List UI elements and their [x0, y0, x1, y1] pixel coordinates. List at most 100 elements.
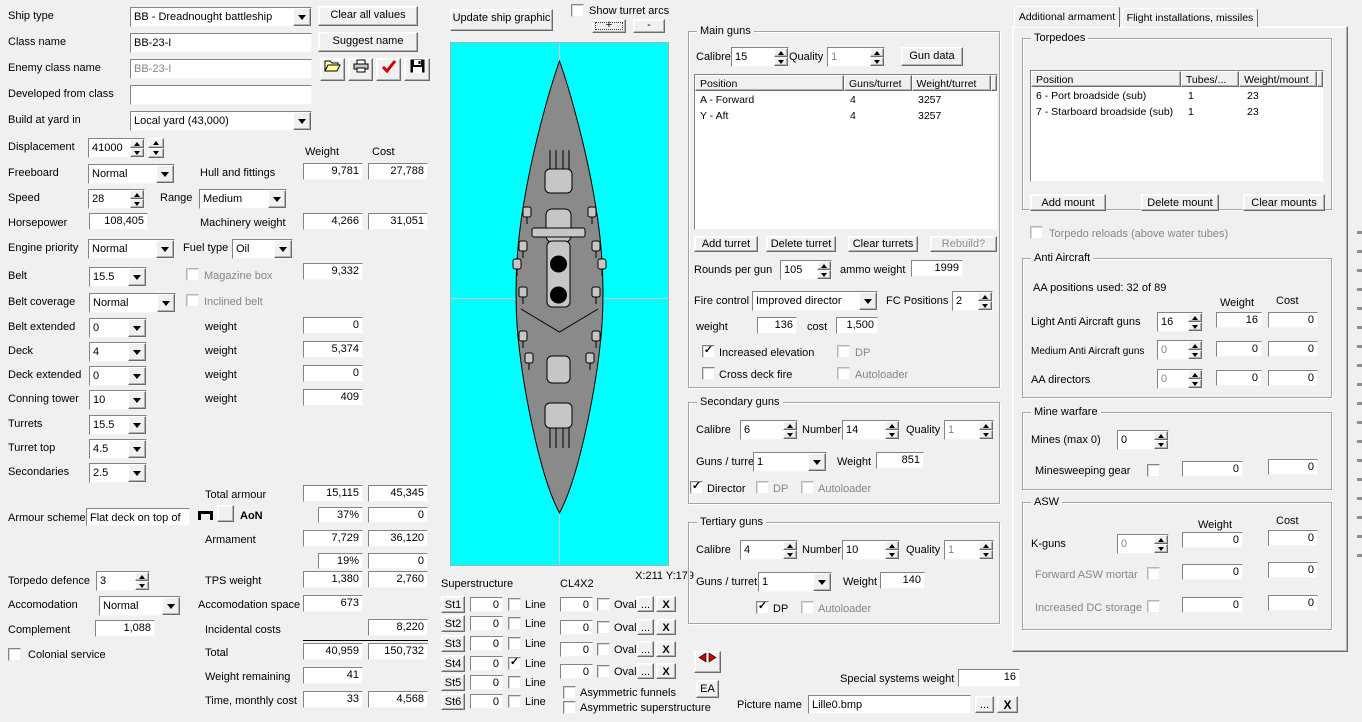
chevron-down-icon[interactable] — [274, 240, 292, 258]
deck-select[interactable]: 4 — [89, 342, 147, 362]
chevron-down-icon[interactable] — [128, 416, 146, 434]
main-guns-table[interactable]: Position Guns/turret Weight/turret A - For… — [694, 74, 998, 230]
ter-calibre-stepper[interactable]: 4 — [740, 540, 798, 560]
belt-select[interactable]: 15.5 — [89, 267, 147, 287]
table-row[interactable]: Y - Aft 4 3257 — [695, 110, 997, 123]
spin-up-icon[interactable] — [783, 541, 797, 550]
spin-down-icon[interactable] — [1188, 350, 1202, 359]
add-turret-button[interactable]: Add turret — [694, 236, 758, 252]
chevron-down-icon[interactable] — [859, 292, 877, 310]
spin-up-icon[interactable] — [817, 261, 831, 270]
oval4-delete-button[interactable]: X — [656, 663, 676, 679]
chevron-down-icon[interactable] — [128, 391, 146, 409]
light-aa-stepper[interactable]: 16 — [1157, 312, 1203, 332]
st1-button[interactable]: St1 — [441, 596, 465, 613]
st2-button[interactable]: St2 — [441, 615, 465, 632]
ter-quality-stepper[interactable]: 1 — [944, 540, 994, 560]
main-autoloader-checkbox[interactable] — [837, 367, 850, 380]
sec-director-checkbox[interactable]: ✓ — [690, 481, 703, 494]
chevron-down-icon[interactable] — [128, 268, 146, 286]
chevron-down-icon[interactable] — [162, 597, 180, 615]
st5-line-checkbox[interactable] — [508, 676, 521, 689]
delete-turret-button[interactable]: Delete turret — [766, 236, 836, 252]
tab-additional-armament[interactable]: Additional armament — [1014, 6, 1120, 27]
oval3-checkbox[interactable] — [597, 643, 610, 656]
engine-priority-select[interactable]: Normal — [88, 239, 175, 259]
asymmetric-superstructure-checkbox[interactable] — [563, 701, 576, 714]
turrets-select[interactable]: 15.5 — [89, 415, 147, 435]
ter-autoloader-checkbox[interactable] — [801, 601, 814, 614]
rounds-per-gun-stepper[interactable]: 105 — [780, 260, 832, 280]
spin-up-icon[interactable] — [979, 421, 993, 430]
armour-scheme-picker-button[interactable] — [217, 505, 234, 522]
col-guns-per-turret[interactable]: Guns/turret — [843, 75, 912, 91]
sec-quality-stepper[interactable]: 1 — [944, 420, 994, 440]
chevron-down-icon[interactable] — [157, 294, 175, 312]
accomodation-select[interactable]: Normal — [99, 596, 181, 616]
forward-asw-mortar-checkbox[interactable] — [1147, 567, 1160, 580]
colonial-service-checkbox[interactable] — [8, 648, 21, 661]
update-ship-graphic-button[interactable]: Update ship graphic — [450, 9, 553, 31]
displacement-stepper[interactable]: 41000 — [88, 138, 145, 158]
ter-number-stepper[interactable]: 10 — [842, 540, 900, 560]
displacement-coarse-stepper[interactable] — [148, 138, 164, 158]
belt-coverage-select[interactable]: Normal — [89, 293, 176, 313]
table-row[interactable]: A - Forward 4 3257 — [695, 94, 997, 107]
picture-browse-button[interactable]: ... — [975, 696, 994, 713]
spin-up-icon[interactable] — [148, 138, 164, 148]
developed-from-input[interactable] — [130, 85, 312, 105]
sec-guns-per-turret-select[interactable]: 1 — [753, 452, 827, 472]
oval2-checkbox[interactable] — [597, 621, 610, 634]
spin-up-icon[interactable] — [1188, 313, 1202, 322]
spin-up-icon[interactable] — [885, 541, 899, 550]
spin-down-icon[interactable] — [774, 57, 788, 66]
chevron-down-icon[interactable] — [268, 190, 286, 208]
col-tubes[interactable]: Tubes/... — [1180, 71, 1240, 87]
chevron-down-icon[interactable] — [128, 319, 146, 337]
spin-down-icon[interactable] — [130, 148, 144, 157]
ship-type-select[interactable]: BB - Dreadnought battleship — [130, 7, 312, 27]
flip-ship-button[interactable] — [694, 651, 721, 673]
spin-down-icon[interactable] — [885, 430, 899, 439]
oval4-browse-button[interactable]: ... — [637, 663, 654, 679]
armour-scheme-input[interactable]: Flat deck on top of — [86, 508, 190, 526]
main-calibre-stepper[interactable]: 15 — [731, 47, 789, 67]
spin-up-icon[interactable] — [1154, 431, 1168, 440]
zoom-out-button[interactable]: - — [633, 19, 665, 33]
save-button[interactable] — [404, 58, 430, 81]
ter-guns-per-turret-select[interactable]: 1 — [758, 572, 832, 592]
st6-line-checkbox[interactable] — [508, 695, 521, 708]
belt-extended-select[interactable]: 0 — [89, 318, 147, 338]
minesweeping-checkbox[interactable] — [1147, 464, 1160, 477]
inclined-belt-checkbox[interactable] — [186, 294, 199, 307]
picture-name-input[interactable]: Lille0.bmp — [808, 695, 971, 714]
clear-mounts-button[interactable]: Clear mounts — [1243, 194, 1325, 211]
chevron-down-icon[interactable] — [293, 8, 311, 26]
sec-number-stepper[interactable]: 14 — [842, 420, 900, 440]
oval1-delete-button[interactable]: X — [656, 596, 676, 612]
spin-up-icon[interactable] — [978, 292, 992, 301]
suggest-name-button[interactable]: Suggest name — [318, 32, 418, 52]
ship-graphic-canvas[interactable] — [450, 42, 669, 566]
torpedo-table-header[interactable]: Position Tubes/... Weight/mount — [1031, 71, 1323, 87]
asymmetric-funnels-checkbox[interactable] — [563, 686, 576, 699]
chevron-down-icon[interactable] — [813, 573, 831, 591]
freeboard-select[interactable]: Normal — [88, 164, 175, 184]
spin-up-icon[interactable] — [1188, 370, 1202, 379]
torpedo-defence-stepper[interactable]: 3 — [96, 571, 150, 591]
increased-elevation-checkbox[interactable]: ✓ — [702, 345, 715, 358]
chevron-down-icon[interactable] — [293, 112, 311, 130]
conning-tower-select[interactable]: 10 — [89, 390, 147, 410]
table-row[interactable]: 7 - Starboard broadside (sub) 1 23 — [1031, 106, 1323, 119]
main-dp-checkbox[interactable] — [837, 345, 850, 358]
spin-down-icon[interactable] — [148, 148, 164, 158]
chevron-down-icon[interactable] — [808, 453, 826, 471]
zoom-in-button[interactable]: + — [592, 19, 626, 33]
deck-extended-select[interactable]: 0 — [89, 366, 147, 386]
spin-up-icon[interactable] — [135, 572, 149, 581]
delete-mount-button[interactable]: Delete mount — [1141, 194, 1219, 211]
st3-line-checkbox[interactable] — [508, 637, 521, 650]
oval1-browse-button[interactable]: ... — [637, 596, 654, 612]
spin-up-icon[interactable] — [130, 139, 144, 148]
spin-up-icon[interactable] — [774, 48, 788, 57]
